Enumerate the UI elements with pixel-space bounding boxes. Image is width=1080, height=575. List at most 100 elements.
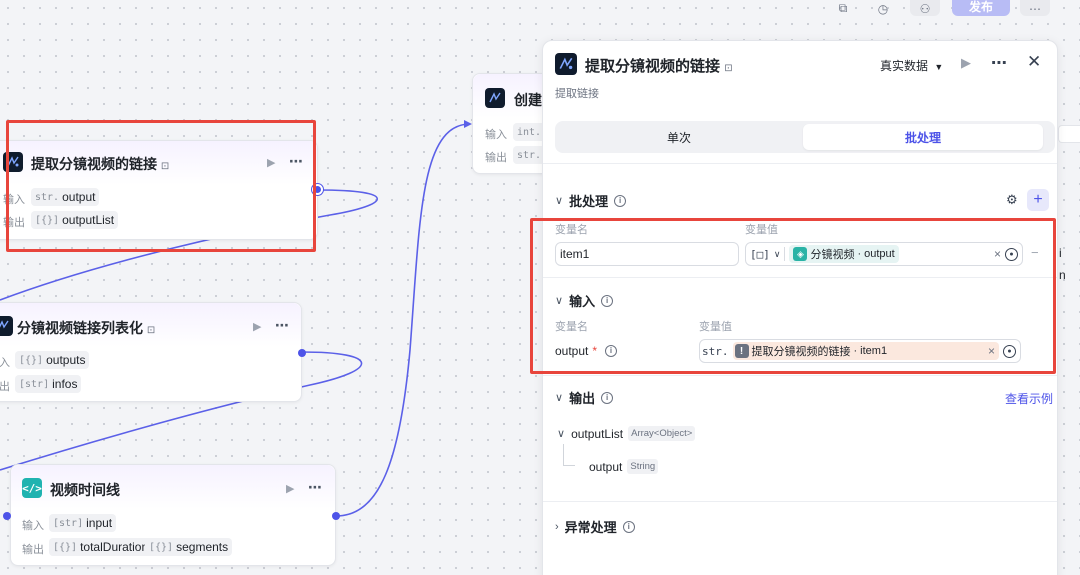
data-mode-select[interactable]: 真实数据 ▼: [880, 57, 943, 74]
column-header-value: 变量值: [745, 224, 778, 236]
type-tag: str.: [517, 149, 542, 161]
input-label: 输入: [485, 129, 507, 141]
input-label: 输入: [22, 520, 44, 532]
input-port[interactable]: [3, 512, 11, 520]
info-icon[interactable]: i: [614, 194, 627, 207]
reference-chip: ! 提取分镜视频的链接 · item1 ×: [732, 342, 999, 360]
info-icon[interactable]: i: [622, 520, 635, 533]
chevron-down-icon: ∨: [555, 295, 564, 307]
column-header-name: 变量名: [555, 224, 588, 236]
info-icon[interactable]: i: [601, 294, 614, 307]
more-icon[interactable]: ⋯: [991, 53, 1007, 73]
more-icon[interactable]: ⋯: [289, 153, 304, 170]
node-title: 视频时间线: [50, 482, 120, 498]
node-title: 提取分镜视频的链接 ⊡: [31, 156, 170, 172]
type-tag: [{}]: [19, 354, 44, 366]
type-tag: [{}]: [149, 541, 174, 553]
input-value-field[interactable]: str. ! 提取分镜视频的链接 · item1 × ●: [699, 339, 1021, 363]
output-tree-item: output String: [589, 459, 659, 474]
section-title: 异常处理: [564, 520, 617, 535]
node-config-panel: 提取分镜视频的链接 ⊡ 提取链接 真实数据 ▼ ▶ ⋯ ✕ 单次 批处理 ∨ 批…: [542, 40, 1058, 575]
type-tag: [{}]: [53, 541, 78, 553]
array-type-icon[interactable]: [□]: [750, 248, 770, 261]
reference-chip: ◈ 分镜视频 · output: [789, 245, 899, 263]
output-label: 出: [0, 381, 10, 393]
batch-icon: ⊡: [724, 63, 733, 74]
reference-picker-icon[interactable]: ●: [1005, 247, 1018, 261]
run-icon[interactable]: ▶: [267, 156, 275, 169]
chevron-down-icon[interactable]: ∨: [774, 249, 781, 260]
node-list-video-links[interactable]: 分镜视频链接列表化 ⊡ ▶ ⋯ 入 [{}] outputs 出 [str] i…: [0, 302, 302, 402]
param-label-output: output * i: [555, 344, 618, 358]
clear-icon[interactable]: ×: [994, 247, 1001, 261]
output-tree-item[interactable]: ∨ outputList Array<Object>: [557, 426, 696, 441]
chevron-down-icon: ∨: [555, 392, 564, 404]
input-chip: [str] input: [49, 514, 117, 532]
output-port[interactable]: [298, 349, 306, 357]
batch-section-header[interactable]: ∨ 批处理 i: [555, 191, 627, 210]
batch-var-name-input[interactable]: item1: [555, 242, 739, 266]
tab-batch[interactable]: 批处理: [803, 124, 1043, 150]
input-chip: [{}] outputs: [15, 351, 90, 369]
output-label: 输出: [485, 152, 507, 164]
output-chip: [{}] totalDuration: [49, 538, 153, 556]
close-icon[interactable]: ✕: [1027, 52, 1041, 72]
info-icon[interactable]: i: [605, 345, 618, 357]
caret-down-icon: ▼: [934, 62, 944, 72]
mode-tabs: 单次 批处理: [555, 121, 1055, 153]
panel-title: 提取分镜视频的链接 ⊡: [585, 58, 733, 75]
edge-arrow: [464, 120, 472, 128]
tree-connector: [563, 444, 575, 466]
node-video-timeline[interactable]: </> 视频时间线 ▶ ⋯ 输入 [str] input 输出 [{}] tot…: [10, 464, 336, 566]
workflow-node-icon: [0, 316, 13, 336]
input-section-header[interactable]: ∨ 输入 i: [555, 291, 614, 310]
run-icon[interactable]: ▶: [253, 320, 261, 333]
more-icon[interactable]: ⋯: [308, 479, 323, 496]
type-tag: str.: [702, 344, 729, 358]
input-label: 输入: [3, 194, 25, 206]
remove-icon[interactable]: −: [1031, 245, 1039, 260]
add-variable-button[interactable]: +: [1027, 189, 1049, 211]
type-tag: [str]: [53, 517, 84, 529]
run-icon[interactable]: ▶: [961, 55, 971, 71]
partial-text: n: [1059, 268, 1066, 282]
workflow-node-icon: [3, 152, 23, 172]
chevron-down-icon: ∨: [555, 195, 564, 207]
type-tag: Array<Object>: [628, 426, 696, 441]
param-name: infos: [52, 377, 78, 391]
more-icon[interactable]: ⋯: [275, 317, 290, 334]
run-icon[interactable]: ▶: [286, 482, 294, 495]
info-icon[interactable]: i: [601, 391, 614, 404]
error-handling-section-header[interactable]: › 异常处理 i: [555, 517, 635, 536]
node-extract-video-links[interactable]: 提取分镜视频的链接 ⊡ ▶ ⋯ 输入 str. output 输出 [{}] o…: [0, 140, 318, 240]
type-tag: int.: [517, 126, 542, 138]
column-header-value: 变量值: [699, 321, 732, 333]
chevron-down-icon[interactable]: ∨: [557, 427, 565, 440]
divider: [543, 163, 1057, 164]
output-port[interactable]: [332, 512, 340, 520]
output-chip: [str] infos: [15, 375, 82, 393]
node-title: 分镜视频链接列表化 ⊡: [17, 320, 156, 336]
divider: [543, 277, 1057, 278]
settings-icon[interactable]: ⚙: [1006, 192, 1018, 208]
tab-single[interactable]: 单次: [559, 124, 799, 150]
layers-icon: ◈: [793, 247, 808, 261]
view-example-link[interactable]: 查看示例: [1005, 390, 1053, 407]
clear-icon[interactable]: ×: [988, 344, 995, 358]
section-title: 输入: [569, 294, 596, 309]
output-section-header[interactable]: ∨ 输出 i: [555, 388, 614, 407]
batch-var-value-field[interactable]: [□] ∨ ◈ 分镜视频 · output × ●: [745, 242, 1023, 266]
chevron-right-icon: ›: [555, 520, 559, 533]
param-name: outputs: [46, 353, 86, 367]
param-name: segments: [176, 540, 229, 554]
warning-icon: !: [734, 344, 749, 358]
input-label: 入: [0, 357, 10, 369]
param-name: outputList: [62, 213, 115, 227]
workflow-node-icon: [485, 88, 505, 108]
output-port[interactable]: [312, 184, 323, 195]
reference-picker-icon[interactable]: ●: [1003, 344, 1016, 358]
param-name: totalDuration: [80, 540, 149, 554]
edge-timeline-create: [335, 123, 471, 517]
type-tag: [{}]: [35, 214, 60, 226]
output-chip: [{}] segments: [145, 538, 233, 556]
